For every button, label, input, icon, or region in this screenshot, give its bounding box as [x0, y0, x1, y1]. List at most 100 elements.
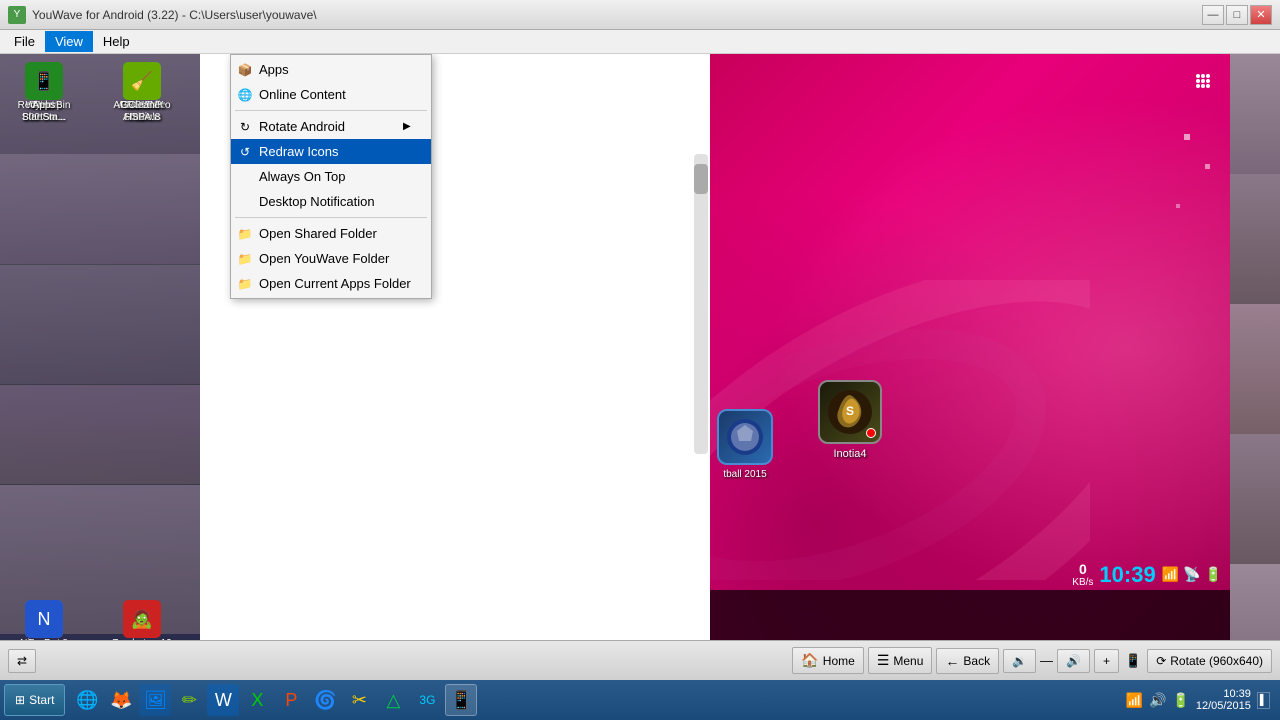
folder-icon-3: 📁	[237, 276, 253, 292]
desktop-left-strip: 📷 Canon800 em... 🎵 Winamp 🤖 StartBlueSta…	[0, 54, 200, 640]
taskbar-excel[interactable]: X	[241, 684, 273, 716]
taskbar-word[interactable]: W	[207, 684, 239, 716]
inotia4-icon-box: S	[818, 380, 882, 444]
start-label: Start	[29, 693, 54, 707]
plus-icon: +	[1103, 654, 1110, 668]
volume-up-button[interactable]: 🔊	[1057, 649, 1090, 673]
sim-icon: 📶	[1162, 566, 1179, 583]
svg-text:S: S	[846, 404, 854, 418]
bottom-toolbar: ⇄ 🏠 Home ☰ Menu ← Back 🔉 — 🔊	[0, 640, 1280, 680]
taskbar-firefox[interactable]: 🦊	[105, 684, 137, 716]
taskbar-scissors[interactable]: ✂	[343, 684, 375, 716]
desktop-icon-gcleaner[interactable]: 🧹 GCleaner	[102, 58, 182, 116]
football-label: tball 2015	[710, 469, 780, 480]
show-desktop-button[interactable]: ▌	[1257, 692, 1270, 709]
menu-file[interactable]: File	[4, 31, 45, 52]
title-bar-left: Y YouWave for Android (3.22) - C:\Users\…	[8, 6, 317, 24]
dot3	[1176, 204, 1180, 208]
rotate-button[interactable]: ⟳ Rotate (960x640)	[1147, 649, 1272, 673]
android-toolbar-buttons: 🏠 Home ☰ Menu ← Back 🔉 — 🔊 +	[792, 647, 1119, 674]
rotate-submenu-arrow: ▶	[403, 121, 411, 132]
folder-icon-1: 📁	[237, 226, 253, 242]
android-status-bar: 0 KB/s 10:39 📶 📡 🔋	[1072, 561, 1222, 588]
taskbar-pen[interactable]: ✏	[173, 684, 205, 716]
menu-item-shared-folder[interactable]: 📁 Open Shared Folder	[231, 221, 431, 246]
menu-item-desktop-notification[interactable]: Desktop Notification	[231, 189, 431, 214]
volume-up-icon: 🔊	[1066, 654, 1081, 668]
gcleaner-icon: 🧹	[123, 62, 161, 100]
menu-item-apps[interactable]: 📦 Apps	[231, 57, 431, 82]
taskbar-pinned-icons: 🌐 🦊 🖼 ✏ W X P 🌀 ✂ △ 3G 📱	[71, 684, 477, 716]
system-clock[interactable]: 10:39 12/05/2015	[1196, 688, 1251, 712]
desktop-icon-nitro[interactable]: N Nitro Pro 8	[4, 596, 84, 640]
window-icon: Y	[8, 6, 26, 24]
nitro-icon: N	[25, 600, 63, 638]
maximize-button[interactable]: □	[1226, 5, 1248, 25]
taskbar-triangle[interactable]: △	[377, 684, 409, 716]
football-icon-box	[717, 409, 773, 465]
close-button[interactable]: ✕	[1250, 5, 1272, 25]
start-button[interactable]: ⊞ Start	[4, 684, 65, 716]
android-screen: S Inotia4 tball 2015	[710, 54, 1230, 640]
menu-item-redraw[interactable]: ↺ Redraw Icons	[231, 139, 431, 164]
home-label: Home	[823, 654, 855, 668]
desktop-icon-youwave[interactable]: 🤖 YouWaveAndroid	[4, 636, 74, 640]
android-app-inotia4[interactable]: S Inotia4	[810, 380, 890, 460]
swap-button[interactable]: ⇄	[8, 649, 36, 673]
phone-icon: 📱	[1125, 653, 1141, 669]
menu-help[interactable]: Help	[93, 31, 140, 52]
photo-segment-r1	[1230, 54, 1280, 174]
tray-volume[interactable]: 🔊	[1149, 692, 1166, 709]
home-button[interactable]: 🏠 Home	[792, 647, 863, 674]
taskbar-orange[interactable]: 🌀	[309, 684, 341, 716]
scrollbar[interactable]	[694, 154, 708, 454]
scroll-thumb[interactable]	[694, 164, 708, 194]
taskbar-3g[interactable]: 3G	[411, 684, 443, 716]
center-panel: 📦 Apps 🌐 Online Content ↻ Rotate Android…	[200, 54, 710, 640]
menu-bar: File View Help	[0, 30, 1280, 54]
taskbar-android[interactable]: 📱	[445, 684, 477, 716]
menu-item-always-on-top[interactable]: Always On Top	[231, 164, 431, 189]
tray-network[interactable]: 📶	[1126, 692, 1143, 709]
battery-icon: 🔋	[1205, 566, 1222, 583]
plus-button[interactable]: +	[1094, 649, 1119, 673]
apps-menu-icon: 📦	[237, 62, 253, 78]
zombater-icon: 🧟	[123, 600, 161, 638]
view-dropdown-menu: 📦 Apps 🌐 Online Content ↻ Rotate Android…	[230, 54, 432, 299]
menu-item-rotate[interactable]: ↻ Rotate Android ▶	[231, 114, 431, 139]
android-app-football[interactable]: tball 2015	[710, 409, 780, 480]
back-button[interactable]: ← Back	[936, 648, 999, 674]
signal-icon: 📡	[1183, 566, 1200, 583]
menu-view[interactable]: View	[45, 31, 93, 52]
desktop-icon-apps[interactable]: 📱 Apps	[4, 58, 84, 116]
taskbar-system-tray: 📶 🔊 🔋 10:39 12/05/2015 ▌	[1126, 688, 1276, 712]
menu-item-apps-folder[interactable]: 📁 Open Current Apps Folder	[231, 271, 431, 296]
rotate-icon: ↻	[237, 119, 253, 135]
menu-icon: ☰	[877, 652, 890, 669]
volume-down-button[interactable]: 🔉	[1003, 649, 1036, 673]
taskbar-ie[interactable]: 🌐	[71, 684, 103, 716]
grid-icon[interactable]	[1192, 70, 1214, 95]
taskbar-photoshop[interactable]: 🖼	[139, 684, 171, 716]
kb-display: 0 KB/s	[1072, 561, 1093, 588]
rotate-icon: ⟳	[1156, 654, 1166, 668]
back-label: Back	[963, 654, 990, 668]
rotate-label: Rotate (960x640)	[1170, 654, 1263, 668]
menu-label: Menu	[893, 654, 923, 668]
menu-item-youwave-folder[interactable]: 📁 Open YouWave Folder	[231, 246, 431, 271]
desktop-icon-zombater[interactable]: 🧟 Zombater_12	[102, 596, 182, 640]
inotia4-label: Inotia4	[810, 448, 890, 460]
minimize-button[interactable]: —	[1202, 5, 1224, 25]
status-icons: 📶 📡 🔋	[1162, 566, 1222, 583]
dot2	[1205, 164, 1210, 169]
title-text: YouWave for Android (3.22) - C:\Users\us…	[32, 8, 317, 22]
menu-button[interactable]: ☰ Menu	[868, 647, 933, 674]
app-window: Y YouWave for Android (3.22) - C:\Users\…	[0, 0, 1280, 720]
online-content-icon: 🌐	[237, 87, 253, 103]
menu-item-online-content[interactable]: 🌐 Online Content	[231, 82, 431, 107]
separator-2	[235, 217, 427, 218]
tray-battery[interactable]: 🔋	[1172, 692, 1189, 709]
taskbar-ppt[interactable]: P	[275, 684, 307, 716]
title-bar: Y YouWave for Android (3.22) - C:\Users\…	[0, 0, 1280, 30]
android-time: 10:39	[1099, 562, 1155, 588]
